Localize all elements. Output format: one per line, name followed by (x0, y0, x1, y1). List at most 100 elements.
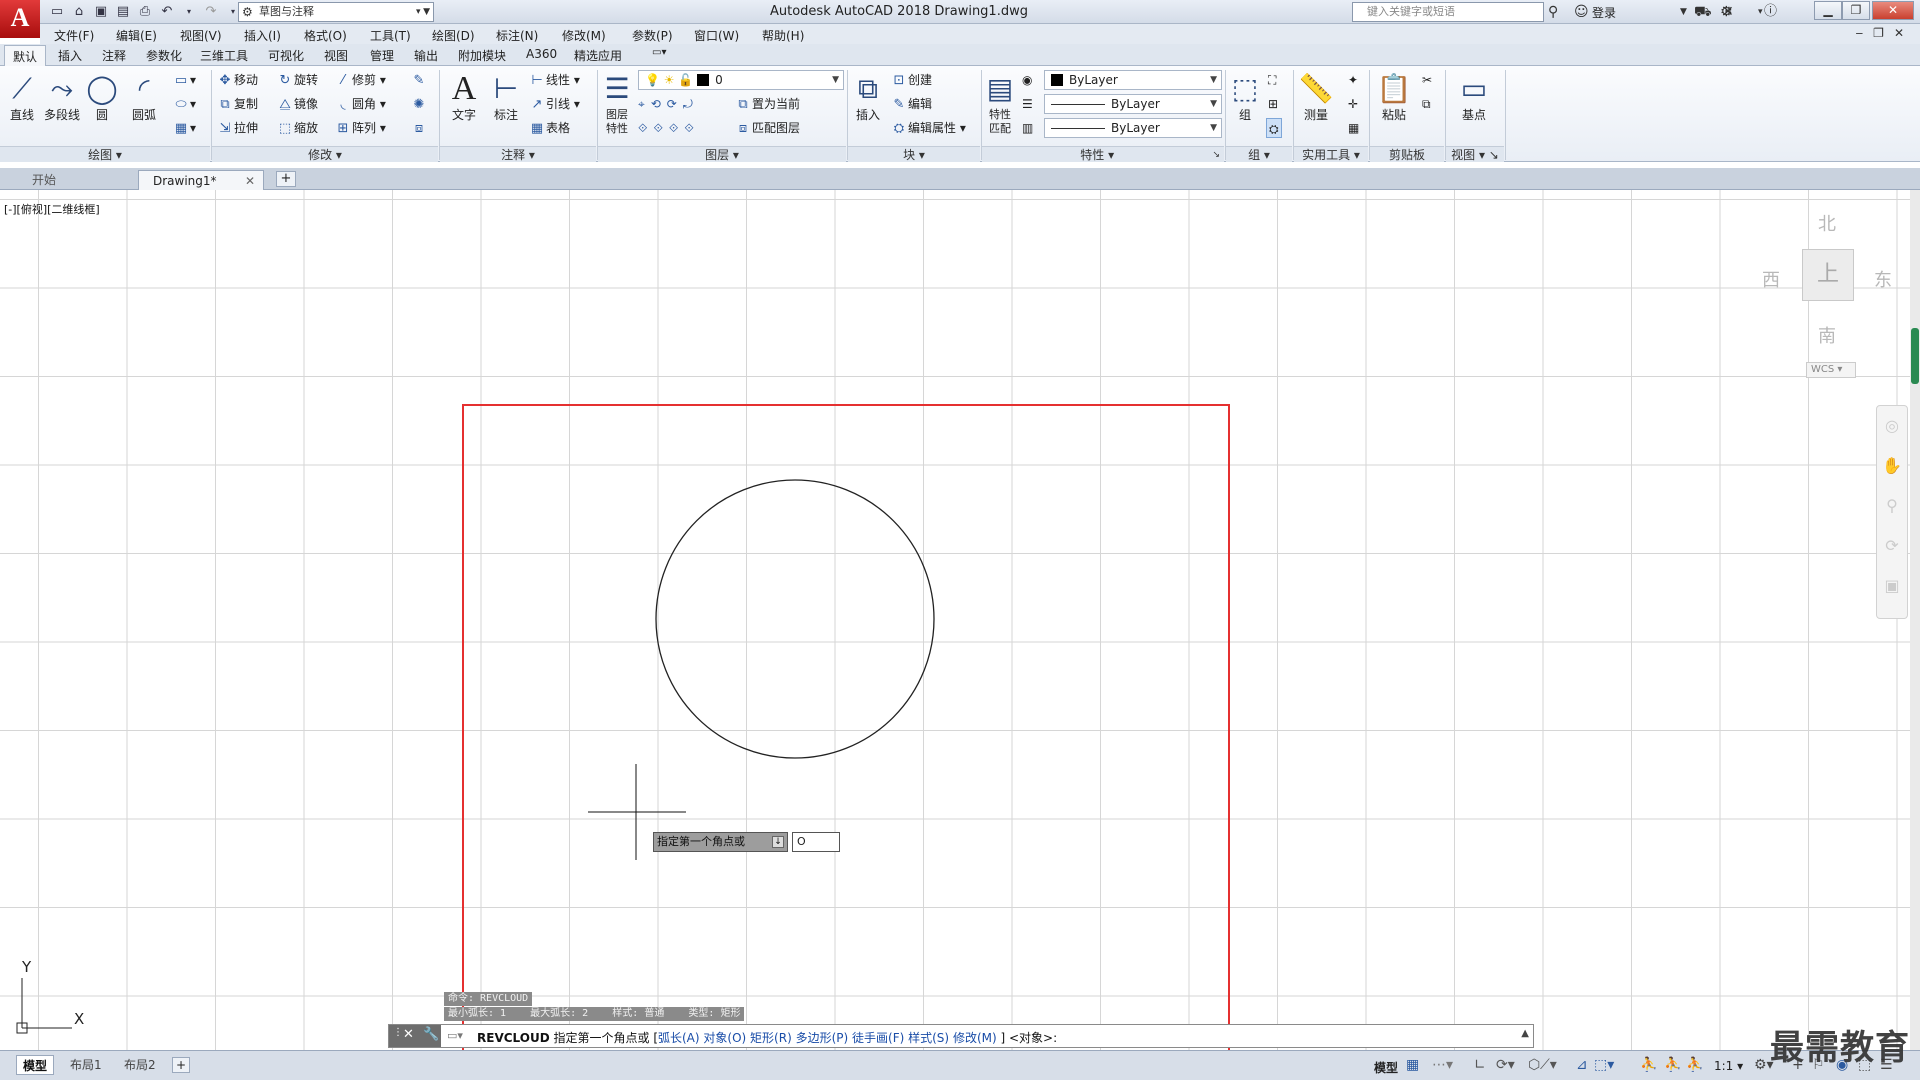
modify-panel-title[interactable]: 修改 ▾ (212, 146, 438, 162)
tab-visualize[interactable]: 可视化 (268, 47, 304, 64)
fillet-tool[interactable]: ◟ 圆角 ▾ (334, 94, 385, 114)
restore-button[interactable]: ❐ (1842, 1, 1870, 20)
dynamic-input-field[interactable]: O (792, 832, 840, 852)
cart-icon[interactable]: ⛟ (1694, 3, 1712, 21)
group-tool[interactable]: ⬚ 组 (1226, 70, 1264, 122)
point-icon[interactable]: ✛ (1348, 94, 1358, 114)
block-panel-title[interactable]: 块 ▾ (848, 146, 980, 162)
rotate-tool[interactable]: ↻ 旋转 (276, 70, 318, 90)
menu-view[interactable]: 视图(V) (180, 27, 222, 44)
quick-select-icon[interactable]: ✦ (1348, 70, 1358, 90)
login-button[interactable]: 登录 (1592, 4, 1616, 21)
a360-icon[interactable]: ⚙ (1720, 3, 1733, 21)
new-tab-button[interactable]: + (276, 171, 296, 187)
layout-tab-model[interactable]: 模型 (16, 1055, 55, 1075)
application-menu-button[interactable]: A (0, 0, 40, 38)
tab-featured-apps[interactable]: 精选应用 (574, 47, 622, 64)
lineweight-dropdown[interactable]: ByLayer ▼ (1044, 94, 1222, 114)
menu-edit[interactable]: 编辑(E) (116, 27, 157, 44)
redo-icon[interactable]: ↷ (202, 3, 220, 21)
ortho-icon[interactable]: ∟ (1474, 1057, 1486, 1073)
annotation-visibility-icon[interactable]: ⛹ (1640, 1057, 1657, 1073)
tab-addins[interactable]: 附加模块 (458, 47, 506, 64)
tab-default[interactable]: 默认 (4, 45, 47, 67)
linetype-dropdown[interactable]: ByLayer ▼ (1044, 118, 1222, 138)
document-window-controls[interactable]: ‒❐✕ (1856, 26, 1914, 40)
circle-tool[interactable]: ◯ 圆 (82, 70, 122, 122)
layout-tab-1[interactable]: 布局1 (64, 1055, 108, 1075)
snap-icon[interactable]: ⋯▾ (1432, 1057, 1453, 1073)
ungroup-icon[interactable]: ⛶ (1268, 70, 1276, 90)
open-file-icon[interactable]: ⌂ (70, 3, 88, 21)
arc-tool[interactable]: ◜ 圆弧 (124, 70, 164, 122)
object-snap-tracking-icon[interactable]: ⟋▾ (1540, 1057, 1557, 1073)
search-input[interactable]: 键入关键字或短语 (1352, 2, 1544, 22)
orbit-icon[interactable]: ⟳ (1877, 526, 1907, 566)
undo-icon[interactable]: ↶ (158, 3, 176, 21)
close-button[interactable]: ✕ (1872, 1, 1914, 20)
menu-dimension[interactable]: 标注(N) (496, 27, 538, 44)
menu-tools[interactable]: 工具(T) (370, 27, 411, 44)
trim-tool[interactable]: ⁄ 修剪 ▾ (334, 70, 386, 90)
table-tool[interactable]: ▦ 表格 (528, 118, 570, 138)
option-style[interactable]: 样式(S) (908, 1031, 949, 1045)
text-tool[interactable]: A 文字 (444, 70, 484, 122)
copy-tool[interactable]: ⧉ 复制 (216, 94, 258, 114)
viewcube[interactable]: 上 (1802, 249, 1854, 301)
linetype-icon[interactable]: ▥ (1022, 118, 1033, 138)
auto-scale-icon[interactable]: ⛹ (1664, 1057, 1681, 1073)
layer-properties-tool[interactable]: ☰ 图层 特性 (598, 70, 636, 136)
viewcube-west[interactable]: 西 (1762, 266, 1780, 292)
menu-format[interactable]: 格式(O) (304, 27, 347, 44)
offset-tool[interactable]: ⧈ (410, 118, 428, 138)
draw-panel-title[interactable]: 绘图 ▾ (0, 146, 210, 162)
zoom-icon[interactable]: ⚲ (1877, 486, 1907, 526)
set-current-layer-tool[interactable]: ⧉ 置为当前 (734, 94, 800, 114)
erase-tool[interactable]: ✎ (410, 70, 428, 90)
options-arrow-icon[interactable]: ↓ (772, 836, 784, 848)
edit-block-tool[interactable]: ✎ 编辑 (890, 94, 932, 114)
showmotion-icon[interactable]: ▣ (1877, 566, 1907, 606)
ribbon-minimize-icon[interactable]: ▭▾ (652, 47, 666, 58)
leader-tool[interactable]: ↗ 引线 ▾ (528, 94, 580, 114)
viewcube-north[interactable]: 北 (1818, 210, 1836, 236)
close-icon[interactable]: ✕ (403, 1027, 414, 1042)
clipboard-panel-title[interactable]: 剪贴板 (1370, 146, 1444, 162)
tab-insert[interactable]: 插入 (58, 47, 82, 64)
tab-a360[interactable]: A360 (526, 47, 557, 61)
command-history-toggle[interactable]: ▲ (1521, 1028, 1529, 1039)
rectangle-tool[interactable]: ▭ ▾ (172, 70, 196, 90)
stretch-tool[interactable]: ⇲ 拉伸 (216, 118, 258, 138)
group-edit-icon[interactable]: ⊞ (1268, 94, 1278, 114)
groups-panel-title[interactable]: 组 ▾ (1226, 146, 1292, 162)
start-tab[interactable]: 开始 (18, 170, 70, 190)
binoculars-icon[interactable]: ⚲ (1548, 3, 1558, 21)
annotation-scale-icon[interactable]: ⛹ (1686, 1057, 1703, 1073)
steering-wheel-icon[interactable]: ◎ (1877, 406, 1907, 446)
add-layout-button[interactable]: + (172, 1057, 190, 1073)
undo-dropdown-icon[interactable]: ▾ (180, 3, 198, 21)
option-object[interactable]: 对象(O) (703, 1031, 746, 1045)
scrollbar-thumb[interactable] (1911, 328, 1919, 384)
vertical-scrollbar[interactable] (1910, 190, 1920, 1050)
tab-annotate[interactable]: 注释 (102, 47, 126, 64)
explode-tool[interactable]: ✺ (410, 94, 428, 114)
isodraft-icon[interactable]: ⬡ (1528, 1057, 1540, 1073)
object-snap-icon[interactable]: ⊿ (1576, 1057, 1588, 1073)
viewcube-south[interactable]: 南 (1818, 322, 1836, 348)
qat-customize-icon[interactable]: ▾ (416, 3, 421, 21)
linear-dimension-tool[interactable]: ⊢ 线性 ▾ (528, 70, 580, 90)
layer-isolate-tools[interactable]: ⟐⟐⟐⟐ (638, 118, 700, 138)
option-modify[interactable]: 修改(M) (953, 1031, 997, 1045)
wcs-menu[interactable]: WCS ▾ (1806, 362, 1856, 378)
layers-panel-title[interactable]: 图层 ▾ (598, 146, 846, 162)
grid-icon[interactable]: ▦ (1406, 1057, 1419, 1073)
layer-state-tools[interactable]: ⌖⟲⟳⤾ (638, 94, 699, 114)
pan-icon[interactable]: ✋ (1877, 446, 1907, 486)
utilities-panel-title[interactable]: 实用工具 ▾ (1294, 146, 1368, 162)
menu-file[interactable]: 文件(F) (54, 27, 94, 44)
layer-dropdown[interactable]: 💡 ☀ 🔓 0 ▼ (638, 70, 844, 90)
tab-output[interactable]: 输出 (414, 47, 438, 64)
menu-insert[interactable]: 插入(I) (244, 27, 281, 44)
ellipse-tool[interactable]: ⬭ ▾ (172, 94, 196, 114)
